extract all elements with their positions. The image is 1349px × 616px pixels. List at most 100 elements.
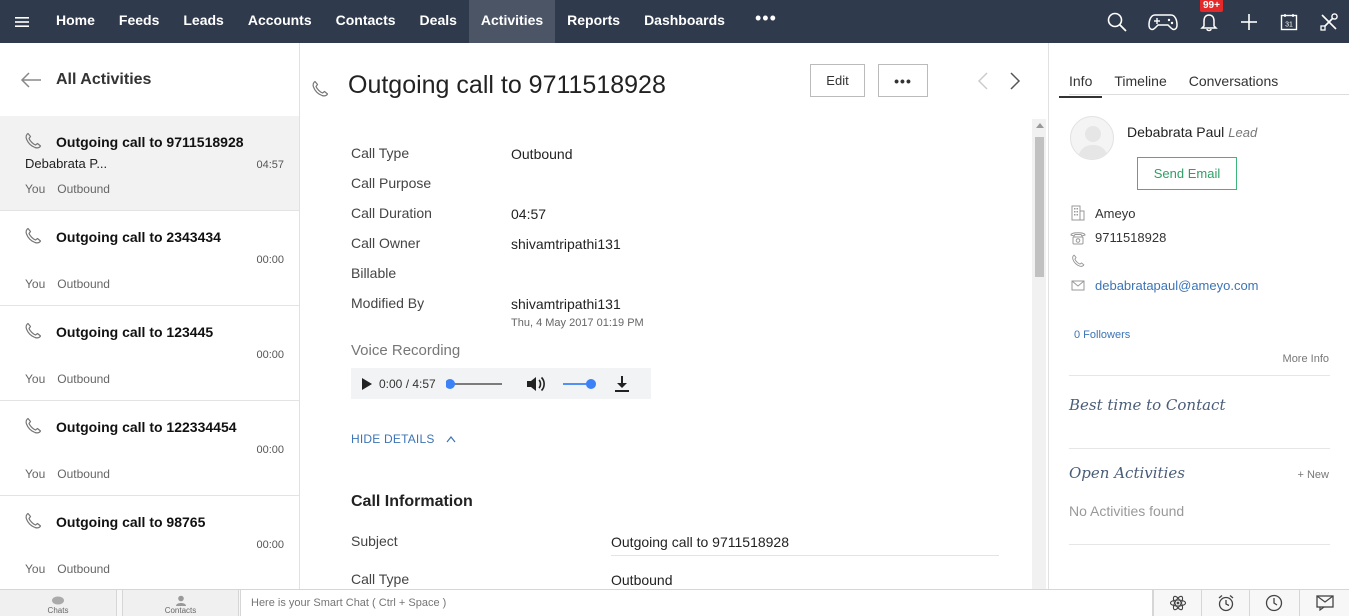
nav-more-button[interactable]: ••• [737,0,795,43]
activity-title: Outgoing call to 9711518928 [56,134,244,150]
email-row: debabratapaul@ameyo.com [1070,278,1259,293]
activity-type: Outbound [57,467,110,481]
search-icon[interactable] [1097,0,1137,43]
nav-activities[interactable]: Activities [468,0,556,43]
back-arrow-icon[interactable] [20,71,42,88]
billable-label: Billable [351,265,397,281]
activity-owner: You [25,562,46,576]
call-owner-value: shivamtripathi131 [511,236,621,252]
more-actions-button[interactable]: ••• [878,64,928,97]
activity-meta: You Outbound [25,277,110,291]
activity-title: Outgoing call to 123445 [56,324,214,340]
activity-owner: You [25,182,46,196]
previous-record-icon[interactable] [977,71,989,91]
mobile-phone-icon [1070,254,1086,268]
activity-title: Outgoing call to 98765 [56,514,206,530]
scrollbar-thumb[interactable] [1035,137,1044,277]
menu-icon[interactable] [0,0,44,43]
setup-tools-icon[interactable] [1309,0,1349,43]
edit-button[interactable]: Edit [810,64,865,97]
activity-contact: Debabrata P... [25,156,108,171]
mobile-row [1070,254,1095,268]
tab-info[interactable]: Info [1059,63,1103,98]
nav-leads[interactable]: Leads [171,0,235,43]
nav-deals[interactable]: Deals [408,0,469,43]
more-info-link[interactable]: More Info [1283,353,1329,365]
calendar-icon[interactable]: 31 [1269,0,1309,43]
building-icon [1070,205,1086,221]
list-header: All Activities [0,43,299,116]
phone-icon [24,322,42,340]
feedback-message-icon[interactable] [1299,590,1349,616]
tabs-divider [1069,94,1349,95]
nav-contacts[interactable]: Contacts [324,0,408,43]
contacts-label: Contacts [164,606,197,615]
tab-conversations[interactable]: Conversations [1189,63,1279,98]
activity-time: 00:00 [256,349,284,361]
avatar [1070,116,1114,160]
phone-icon [24,227,42,245]
contact-name[interactable]: Debabrata Paul [1127,124,1224,140]
nav-feeds[interactable]: Feeds [107,0,171,43]
contact-name-row: Debabrata Paul Lead [1127,124,1257,140]
chats-label: Chats [47,606,69,615]
clock-icon[interactable] [1249,590,1297,616]
progress-slider[interactable] [445,377,506,391]
tab-timeline[interactable]: Timeline [1114,63,1166,98]
activity-meta: You Outbound [25,182,110,196]
activity-time: 00:00 [256,254,284,266]
activity-list-item[interactable]: Outgoing call to 123445 00:00 You Outboun… [0,306,299,401]
audio-player: 0:00 / 4:57 [351,368,651,399]
play-icon[interactable] [361,377,373,391]
phone-number[interactable]: 9711518928 [1095,230,1166,245]
phone-icon [24,417,42,435]
scroll-up-arrow[interactable] [1036,123,1044,128]
smart-chat-input[interactable] [240,590,1153,616]
activity-list-item[interactable]: Outgoing call to 122334454 00:00 You Outb… [0,401,299,496]
atom-icon[interactable] [1153,590,1201,616]
chevron-up-icon [446,436,456,443]
activity-list-item[interactable]: Outgoing call to 9711518928 Debabrata P.… [0,116,299,211]
nav-dashboards[interactable]: Dashboards [632,0,737,43]
volume-slider[interactable] [560,377,596,391]
top-navigation: Home Feeds Leads Accounts Contacts Deals… [0,0,1349,43]
notification-bell-icon[interactable]: 99+ [1189,0,1229,43]
nav-tabs: Home Feeds Leads Accounts Contacts Deals… [44,0,795,43]
volume-icon[interactable] [526,376,546,392]
modified-by-label: Modified By [351,295,425,311]
nav-actions: 99+ 31 [1097,0,1349,43]
call-purpose-label: Call Purpose [351,175,432,191]
download-icon[interactable] [614,375,630,393]
email-link[interactable]: debabratapaul@ameyo.com [1095,278,1259,293]
contact-side-panel: Info Timeline Conversations Debabrata Pa… [1048,43,1349,589]
next-record-icon[interactable] [1009,71,1021,91]
followers-link[interactable]: 0 Followers [1074,329,1130,341]
nav-reports[interactable]: Reports [555,0,632,43]
add-icon[interactable] [1229,0,1269,43]
nav-accounts[interactable]: Accounts [236,0,324,43]
playback-time: 0:00 / 4:57 [379,376,436,391]
activity-owner: You [25,372,46,386]
new-activity-link[interactable]: + New [1298,469,1330,481]
bottom-bar: Chats Contacts [0,589,1349,616]
nav-home[interactable]: Home [44,0,107,43]
contacts-button[interactable]: Contacts [122,590,239,616]
modified-date: Thu, 4 May 2017 01:19 PM [511,317,644,329]
side-panel-tabs: Info Timeline Conversations [1059,63,1300,98]
send-email-button[interactable]: Send Email [1137,157,1237,190]
section-divider [1069,544,1330,545]
chats-button[interactable]: Chats [0,590,117,616]
activity-type: Outbound [57,372,110,386]
activity-list-item[interactable]: Outgoing call to 98765 00:00 You Outbound [0,496,299,589]
call-type-label: Call Type [351,145,410,161]
activity-time: 00:00 [256,539,284,551]
activity-list-item[interactable]: Outgoing call to 2343434 00:00 You Outbou… [0,211,299,306]
gamepad-icon[interactable] [1137,0,1189,43]
open-activities-heading: Open Activities [1069,464,1185,482]
hide-details-link[interactable]: HIDE DETAILS [351,432,456,446]
call-type-value: Outbound [511,146,573,162]
phone-row: 9711518928 [1070,230,1166,245]
calendar-day: 31 [1285,21,1293,28]
alarm-clock-icon[interactable] [1201,590,1249,616]
chat-bubble-icon [52,596,64,605]
